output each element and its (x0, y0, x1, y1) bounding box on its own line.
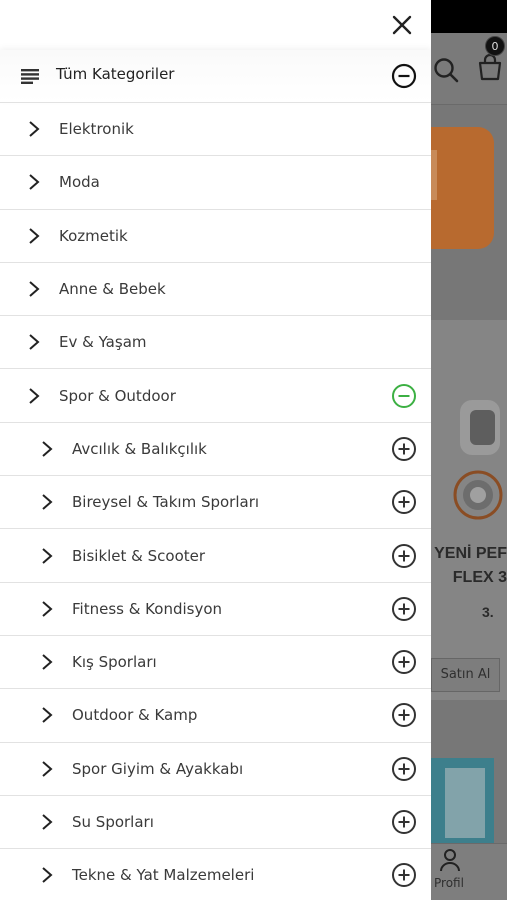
profile-icon[interactable] (437, 847, 463, 873)
expand-icon[interactable] (391, 862, 417, 888)
category-label: Anne & Bebek (59, 280, 166, 299)
category-label: Kozmetik (59, 226, 128, 245)
chevron-right-icon (42, 814, 53, 830)
category-item-elektronik[interactable]: Elektronik (0, 102, 431, 155)
all-categories-label: Tüm Kategoriler (56, 65, 175, 83)
subcategory-item-avcilik-balikcilik[interactable]: Avcılık & Balıkçılık (0, 421, 431, 475)
category-item-spor-outdoor[interactable]: Spor & Outdoor (0, 368, 431, 421)
category-drawer: Tüm Kategoriler Elektronik Moda Kozmetik… (0, 0, 431, 900)
subcategory-label: Tekne & Yat Malzemeleri (72, 866, 255, 885)
chevron-right-icon (42, 441, 53, 457)
collapse-icon[interactable] (391, 383, 417, 409)
chevron-right-icon (29, 227, 40, 244)
product-tile-image (445, 768, 485, 838)
subcategory-label: Bireysel & Takım Sporları (72, 493, 260, 512)
chevron-right-icon (42, 867, 53, 884)
category-label: Spor & Outdoor (59, 386, 176, 405)
subcategory-item-su-sporlari[interactable]: Su Sporları (0, 794, 431, 848)
expand-icon[interactable] (391, 809, 417, 835)
expand-icon[interactable] (391, 596, 417, 622)
chevron-right-icon (42, 760, 53, 777)
drawer-header (0, 0, 431, 50)
expand-icon[interactable] (391, 649, 417, 675)
category-item-moda[interactable]: Moda (0, 155, 431, 208)
close-button[interactable] (386, 9, 418, 41)
chevron-right-icon (29, 281, 40, 297)
subcategory-item-bireysel-takim-sporlari[interactable]: Bireysel & Takım Sporları (0, 475, 431, 528)
status-bar (431, 0, 507, 33)
product-image (453, 400, 503, 520)
cart-count-badge: 0 (485, 36, 505, 56)
category-item-ev-yasam[interactable]: Ev & Yaşam (0, 315, 431, 368)
subcategory-label: Avcılık & Balıkçılık (72, 439, 207, 458)
expand-icon[interactable] (391, 543, 417, 569)
category-list: Elektronik Moda Kozmetik Anne & Bebek Ev… (0, 102, 431, 900)
buy-button[interactable]: Satın Al (431, 658, 500, 692)
search-icon[interactable] (432, 56, 460, 84)
product-title: YENİ PEF FLEX 3 (434, 545, 507, 586)
category-label: Elektronik (59, 120, 134, 139)
close-icon (392, 15, 412, 35)
expand-icon[interactable] (391, 436, 417, 462)
expand-icon[interactable] (391, 489, 417, 515)
collapse-icon[interactable] (391, 63, 417, 89)
chevron-right-icon (29, 121, 40, 137)
subcategory-label: Kış Sporları (72, 653, 157, 672)
promo-banner-detail (431, 150, 437, 200)
subcategory-item-bisiklet-scooter[interactable]: Bisiklet & Scooter (0, 528, 431, 581)
subcategory-item-fitness-kondisyon[interactable]: Fitness & Kondisyon (0, 581, 431, 635)
subcategory-item-spor-giyim-ayakkabi[interactable]: Spor Giyim & Ayakkabı (0, 741, 431, 795)
subcategory-label: Spor Giyim & Ayakkabı (72, 759, 244, 778)
chevron-right-icon (29, 174, 40, 191)
subcategory-item-tekne-yat-malzemeleri[interactable]: Tekne & Yat Malzemeleri (0, 848, 431, 900)
expand-icon[interactable] (391, 702, 417, 728)
chevron-right-icon (42, 707, 53, 724)
chevron-right-icon (29, 334, 40, 351)
subcategory-item-outdoor-kamp[interactable]: Outdoor & Kamp (0, 688, 431, 741)
nav-profile-label[interactable]: Profil (434, 876, 464, 890)
chevron-right-icon (29, 387, 40, 404)
all-categories-header[interactable]: Tüm Kategoriler (0, 50, 431, 102)
subcategory-label: Bisiklet & Scooter (72, 546, 206, 565)
chevron-right-icon (42, 601, 53, 617)
category-item-kozmetik[interactable]: Kozmetik (0, 208, 431, 262)
category-label: Moda (59, 173, 100, 192)
subcategory-item-kis-sporlari[interactable]: Kış Sporları (0, 634, 431, 688)
shopping-bag-icon[interactable] (475, 52, 505, 82)
subcategory-label: Outdoor & Kamp (72, 706, 198, 725)
chevron-right-icon (42, 494, 53, 510)
subcategory-label: Fitness & Kondisyon (72, 599, 223, 618)
category-label: Ev & Yaşam (59, 333, 147, 352)
menu-lines-icon (21, 69, 39, 84)
expand-icon[interactable] (391, 756, 417, 782)
subcategory-label: Su Sporları (72, 813, 154, 831)
product-price: 3. (482, 604, 494, 620)
chevron-right-icon (42, 654, 53, 670)
chevron-right-icon (42, 547, 53, 564)
category-item-anne-bebek[interactable]: Anne & Bebek (0, 261, 431, 315)
